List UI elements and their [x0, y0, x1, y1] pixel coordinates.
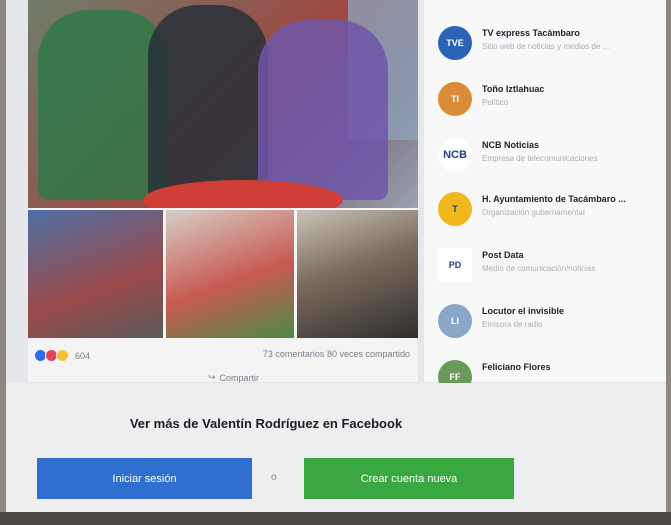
page-name[interactable]: TV express Tacámbaro — [482, 28, 580, 38]
post-stats[interactable]: 73 comentarios 80 veces compartido — [263, 349, 410, 359]
bottom-edge — [0, 512, 671, 525]
create-account-button[interactable]: Crear cuenta nueva — [304, 458, 514, 499]
page-name[interactable]: H. Ayuntamiento de Tacámbaro ... — [482, 194, 626, 204]
share-label: Compartir — [219, 372, 260, 383]
page-name[interactable]: NCB Noticias — [482, 140, 539, 150]
suggested-pages-sidebar: TVE TV express Tacámbaro Sitio web de no… — [424, 0, 666, 394]
page-category: Organización gubernamental — [482, 208, 585, 217]
share-icon: ↪ — [208, 372, 216, 382]
page-name[interactable]: Feliciano Flores — [482, 362, 551, 372]
reactions-summary[interactable]: 604 — [34, 349, 90, 362]
page-name[interactable]: Post Data — [482, 250, 524, 260]
page-avatar[interactable]: TI — [438, 82, 472, 116]
login-prompt-title: Ver más de Valentín Rodríguez en Faceboo… — [129, 416, 403, 431]
page-name[interactable]: Toño Iztlahuac — [482, 84, 544, 94]
shares-count[interactable]: 80 veces compartido — [327, 349, 410, 359]
page-category: Empresa de telecomunicaciones — [482, 154, 598, 163]
photo-thumbnail[interactable] — [28, 210, 163, 338]
photo-person — [258, 20, 388, 200]
page-avatar[interactable]: LI — [438, 304, 472, 338]
comments-count[interactable]: 73 comentarios — [263, 349, 325, 359]
photo-thumbnail[interactable] — [297, 210, 418, 338]
or-separator: o — [271, 472, 277, 483]
haha-reaction-icon — [56, 349, 69, 362]
post-footer: 604 73 comentarios 80 veces compartido ↪… — [28, 338, 418, 383]
page-category: Sitio web de noticias y medios de ... — [482, 42, 610, 51]
photo-thumbnail[interactable] — [166, 210, 294, 338]
post-card: 604 73 comentarios 80 veces compartido ↪… — [28, 0, 418, 383]
login-button[interactable]: Iniciar sesión — [37, 458, 252, 499]
sidebar-item[interactable]: PD Post Data Medio de comunicación/notic… — [438, 248, 663, 288]
photo-person — [148, 5, 268, 200]
sidebar-item[interactable]: TI Toño Iztlahuac Político — [438, 82, 663, 122]
page-avatar[interactable]: TVE — [438, 26, 472, 60]
sidebar-item[interactable]: NCB NCB Noticias Empresa de telecomunica… — [438, 138, 663, 178]
page-category: Político — [482, 98, 509, 107]
page-category: Emisora de radio — [482, 320, 543, 329]
page-avatar[interactable]: PD — [438, 248, 472, 282]
page-category: Medio de comunicación/noticias — [482, 264, 596, 273]
reaction-count: 604 — [75, 350, 91, 361]
sidebar-item[interactable]: LI Locutor el invisible Emisora de radio — [438, 304, 663, 344]
login-prompt: Ver más de Valentín Rodríguez en Faceboo… — [6, 383, 666, 515]
sidebar-item[interactable]: T H. Ayuntamiento de Tacámbaro ... Organ… — [438, 192, 663, 232]
sidebar-item[interactable]: TVE TV express Tacámbaro Sitio web de no… — [438, 26, 663, 66]
share-button[interactable]: ↪ Compartir — [208, 372, 259, 383]
post-main-photo[interactable] — [28, 0, 418, 208]
photo-thumbnails — [28, 210, 418, 338]
page-name[interactable]: Locutor el invisible — [482, 306, 564, 316]
screen: 604 73 comentarios 80 veces compartido ↪… — [6, 0, 666, 515]
page-avatar[interactable]: T — [438, 192, 472, 226]
page-avatar[interactable]: NCB — [438, 138, 472, 172]
